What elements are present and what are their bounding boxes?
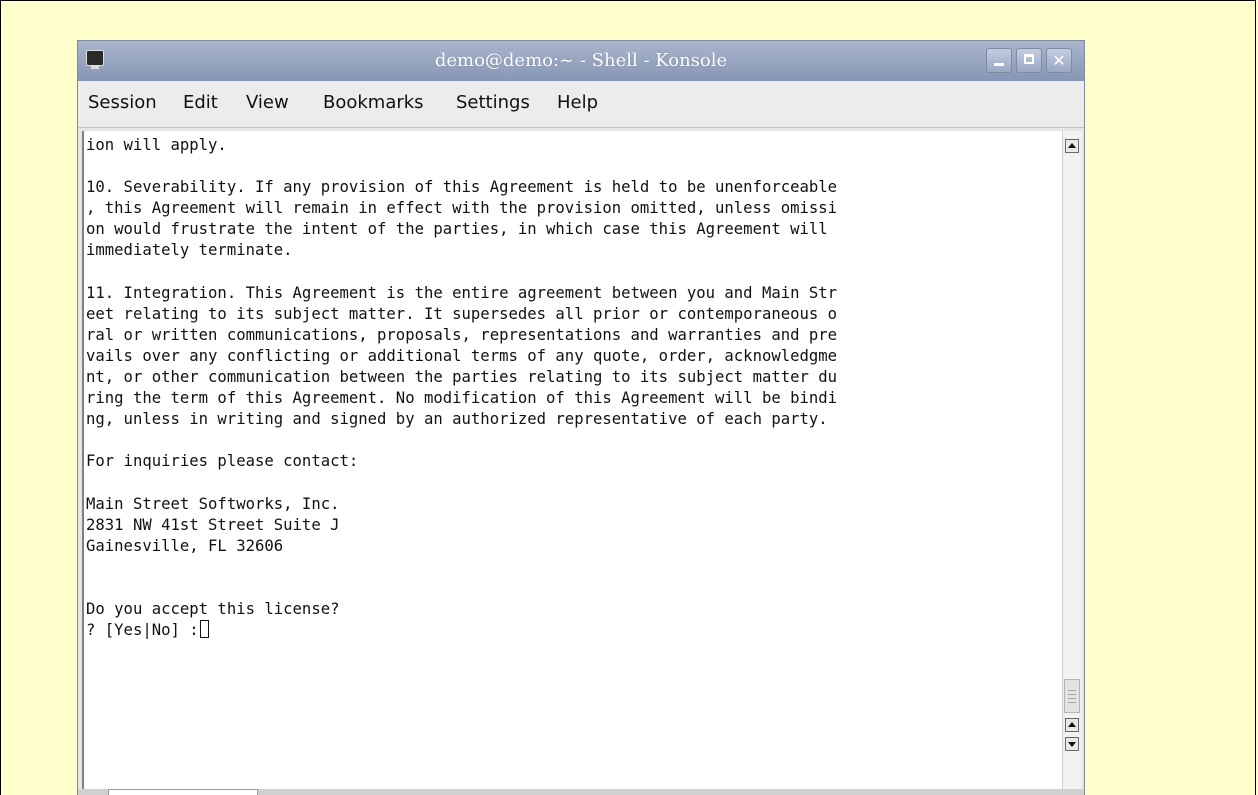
minimize-button[interactable] (986, 48, 1012, 73)
terminal-line: on would frustrate the intent of the par… (86, 220, 828, 239)
scroll-down-button[interactable] (1065, 737, 1079, 751)
title-bar[interactable]: demo@demo:~ - Shell - Konsole ✕ (78, 41, 1084, 81)
scrollbar-thumb[interactable] (1064, 679, 1080, 713)
terminal-line: ral or written communications, proposals… (86, 325, 838, 344)
terminal-line: ring the term of this Agreement. No modi… (86, 389, 838, 408)
terminal-output[interactable]: ion will apply. 10. Severability. If any … (82, 131, 1062, 795)
minimize-icon (994, 63, 1004, 66)
terminal-line: Do you accept this license? (86, 600, 340, 619)
terminal-line: immediately terminate. (86, 241, 293, 260)
terminal-line: 10. Severability. If any provision of th… (86, 178, 838, 197)
grip-line (1068, 702, 1076, 703)
menu-edit[interactable]: Edit (181, 92, 220, 113)
scroll-up-arrow-icon (1068, 143, 1076, 148)
scroll-up-arrow-icon (1068, 722, 1076, 727)
prompt-text: ? [Yes|No] : (86, 621, 199, 640)
grip-line (1068, 698, 1076, 699)
scroll-down-arrow-icon (1068, 742, 1076, 747)
terminal-line: , this Agreement will remain in effect w… (86, 199, 838, 218)
terminal-line: For inquiries please contact: (86, 452, 359, 471)
menu-view[interactable]: View (244, 92, 291, 113)
window-title: demo@demo:~ - Shell - Konsole (434, 50, 728, 71)
terminal-line: Gainesville, FL 32606 (86, 536, 284, 555)
terminal-text: ion will apply. 10. Severability. If any … (84, 131, 1062, 641)
konsole-window: demo@demo:~ - Shell - Konsole ✕ Session … (77, 40, 1085, 795)
terminal-line: vails over any conflicting or additional… (86, 346, 838, 365)
terminal-line: Main Street Softworks, Inc. (86, 494, 340, 513)
scroll-up-button[interactable] (1065, 718, 1079, 732)
maximize-button[interactable] (1016, 48, 1042, 73)
menu-bar: Session Edit View Bookmarks Settings Hel… (78, 81, 1084, 128)
terminal-line: ion will apply. (86, 136, 227, 154)
vertical-scrollbar[interactable] (1062, 131, 1082, 795)
maximize-icon (1024, 54, 1034, 64)
menu-session[interactable]: Session (86, 92, 159, 113)
grip-line (1068, 694, 1076, 695)
close-icon: ✕ (1052, 51, 1066, 70)
menu-bookmarks[interactable]: Bookmarks (321, 92, 426, 113)
terminal-line: 11. Integration. This Agreement is the e… (86, 283, 838, 302)
terminal-line: nt, or other communication between the p… (86, 368, 838, 387)
close-button[interactable]: ✕ (1046, 48, 1072, 73)
session-tab[interactable] (108, 789, 258, 795)
grip-line (1068, 690, 1076, 691)
menu-settings[interactable]: Settings (454, 92, 532, 113)
terminal-line: ng, unless in writing and signed by an a… (86, 410, 828, 429)
menu-help[interactable]: Help (555, 92, 600, 113)
session-tab-bar (78, 789, 1084, 795)
scroll-up-button-top[interactable] (1065, 139, 1079, 153)
text-cursor (199, 620, 209, 639)
prompt-line[interactable]: ? [Yes|No] : (86, 620, 1062, 641)
terminal-line: 2831 NW 41st Street Suite J (86, 515, 340, 534)
terminal-line: eet relating to its subject matter. It s… (86, 304, 838, 323)
